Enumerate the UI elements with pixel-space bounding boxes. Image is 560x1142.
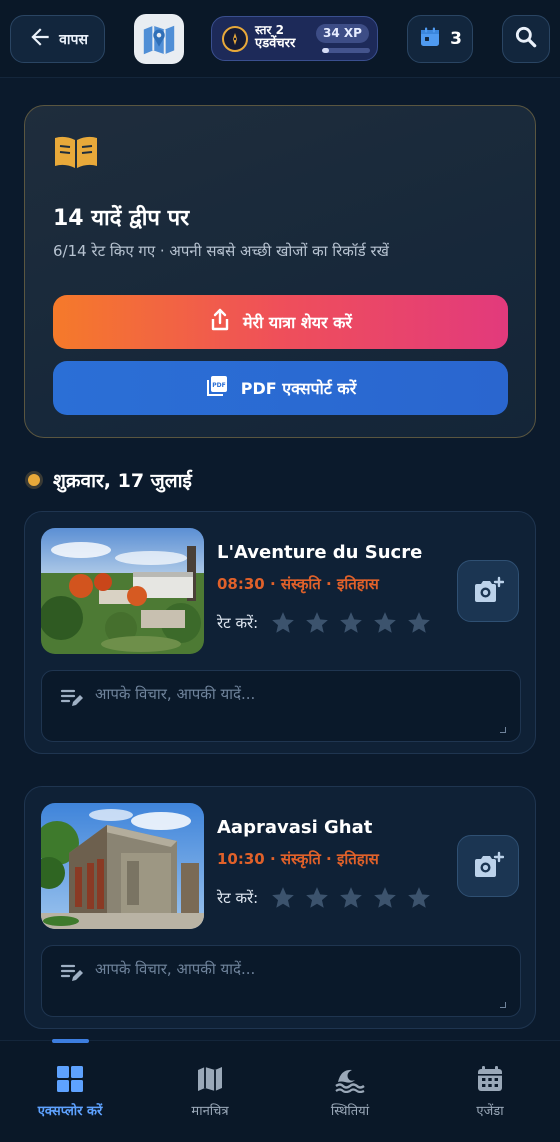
note-input[interactable]: आपके विचार, आपकी यादें... bbox=[41, 945, 521, 1017]
arrow-left-icon bbox=[27, 24, 53, 54]
share-trip-button[interactable]: मेरी यात्रा शेयर करें bbox=[53, 295, 508, 349]
add-photo-button[interactable] bbox=[457, 835, 519, 897]
search-button[interactable] bbox=[502, 15, 550, 63]
agenda-count-button[interactable]: 3 bbox=[407, 15, 473, 63]
calendar-icon bbox=[478, 1066, 502, 1091]
edit-note-icon bbox=[60, 689, 83, 706]
rating-row: रेट करें: bbox=[217, 885, 432, 911]
activity-card: Aapravasi Ghat 10:30 · संस्कृति · इतिहास… bbox=[24, 786, 536, 1029]
note-input[interactable]: आपके विचार, आपकी यादें... bbox=[41, 670, 521, 742]
pdf-icon: PDF bbox=[205, 374, 229, 402]
note-placeholder: आपके विचार, आपकी यादें... bbox=[95, 685, 256, 703]
compass-icon bbox=[222, 26, 248, 52]
rate-label: रेट करें: bbox=[217, 614, 259, 632]
day-marker-dot bbox=[25, 471, 43, 489]
star-icon[interactable] bbox=[270, 610, 296, 636]
rating-row: रेट करें: bbox=[217, 610, 432, 636]
activity-card: L'Aventure du Sucre 08:30 · संस्कृति · इ… bbox=[24, 511, 536, 754]
nav-explore[interactable]: एक्सप्लोर करें bbox=[10, 1065, 130, 1119]
activity-title: Aapravasi Ghat bbox=[217, 817, 373, 838]
level-label: स्तर 2 bbox=[255, 23, 284, 37]
star-icon[interactable] bbox=[406, 610, 432, 636]
activity-photo[interactable] bbox=[41, 803, 204, 929]
note-placeholder: आपके विचार, आपकी यादें... bbox=[95, 960, 256, 978]
day-title: शुक्रवार, 17 जुलाई bbox=[53, 470, 192, 492]
active-tab-indicator bbox=[52, 1039, 89, 1043]
top-bar: वापस स्तर 2 एडवेंचरर 34 XP 3 bbox=[0, 0, 560, 78]
back-label: वापस bbox=[59, 31, 88, 48]
share-icon bbox=[209, 308, 231, 336]
open-book-icon bbox=[53, 134, 99, 174]
bottom-navigation: एक्सप्लोर करें मानचित्र स्थितियां एजेंडा bbox=[0, 1039, 560, 1142]
camera-add-icon bbox=[475, 851, 504, 877]
xp-progress-bar bbox=[322, 48, 370, 53]
nav-explore-label: एक्सप्लोर करें bbox=[37, 1104, 103, 1119]
star-icon[interactable] bbox=[304, 885, 330, 911]
memories-title: 14 यादें द्वीप पर bbox=[53, 206, 190, 231]
back-button[interactable]: वापस bbox=[10, 15, 105, 63]
star-icon[interactable] bbox=[372, 610, 398, 636]
activity-meta: 08:30 · संस्कृति · इतिहास bbox=[217, 575, 379, 593]
resize-handle[interactable] bbox=[500, 1002, 506, 1008]
star-icon[interactable] bbox=[304, 610, 330, 636]
star-icon[interactable] bbox=[338, 885, 364, 911]
activity-meta: 10:30 · संस्कृति · इतिहास bbox=[217, 850, 379, 868]
nav-conditions[interactable]: स्थितियां bbox=[290, 1065, 410, 1119]
nav-agenda[interactable]: एजेंडा bbox=[430, 1065, 550, 1119]
search-icon bbox=[513, 24, 539, 54]
nav-map-label: मानचित्र bbox=[191, 1104, 229, 1119]
svg-text:PDF: PDF bbox=[212, 382, 225, 389]
export-pdf-label: PDF एक्सपोर्ट करें bbox=[240, 379, 357, 398]
map-icon bbox=[198, 1067, 222, 1091]
xp-progress-fill bbox=[322, 48, 330, 53]
grid-icon bbox=[57, 1066, 83, 1092]
memories-subtitle: 6/14 रेट किए गए · अपनी सबसे अच्छी खोजों … bbox=[53, 242, 389, 260]
star-icon[interactable] bbox=[406, 885, 432, 911]
wave-icon bbox=[335, 1069, 365, 1093]
calendar-icon bbox=[418, 25, 442, 53]
activity-title: L'Aventure du Sucre bbox=[217, 542, 423, 563]
memories-card: 14 यादें द्वीप पर 6/14 रेट किए गए · अपनी… bbox=[24, 105, 536, 438]
edit-note-icon bbox=[60, 964, 83, 981]
star-icon[interactable] bbox=[270, 885, 296, 911]
star-icon[interactable] bbox=[338, 610, 364, 636]
add-photo-button[interactable] bbox=[457, 560, 519, 622]
star-icon[interactable] bbox=[372, 885, 398, 911]
camera-add-icon bbox=[475, 576, 504, 602]
level-pill[interactable]: स्तर 2 एडवेंचरर 34 XP bbox=[211, 16, 378, 61]
agenda-count: 3 bbox=[450, 29, 462, 49]
map-logo-icon bbox=[143, 25, 175, 55]
resize-handle[interactable] bbox=[500, 727, 506, 733]
nav-map[interactable]: मानचित्र bbox=[150, 1065, 270, 1119]
nav-conditions-label: स्थितियां bbox=[330, 1104, 370, 1119]
level-title: एडवेंचरर bbox=[255, 36, 296, 51]
nav-agenda-label: एजेंडा bbox=[476, 1104, 504, 1119]
activity-photo[interactable] bbox=[41, 528, 204, 654]
rate-label: रेट करें: bbox=[217, 889, 259, 907]
share-trip-label: मेरी यात्रा शेयर करें bbox=[243, 313, 352, 332]
app-logo[interactable] bbox=[134, 14, 184, 64]
xp-badge: 34 XP bbox=[316, 24, 369, 43]
export-pdf-button[interactable]: PDF PDF एक्सपोर्ट करें bbox=[53, 361, 508, 415]
